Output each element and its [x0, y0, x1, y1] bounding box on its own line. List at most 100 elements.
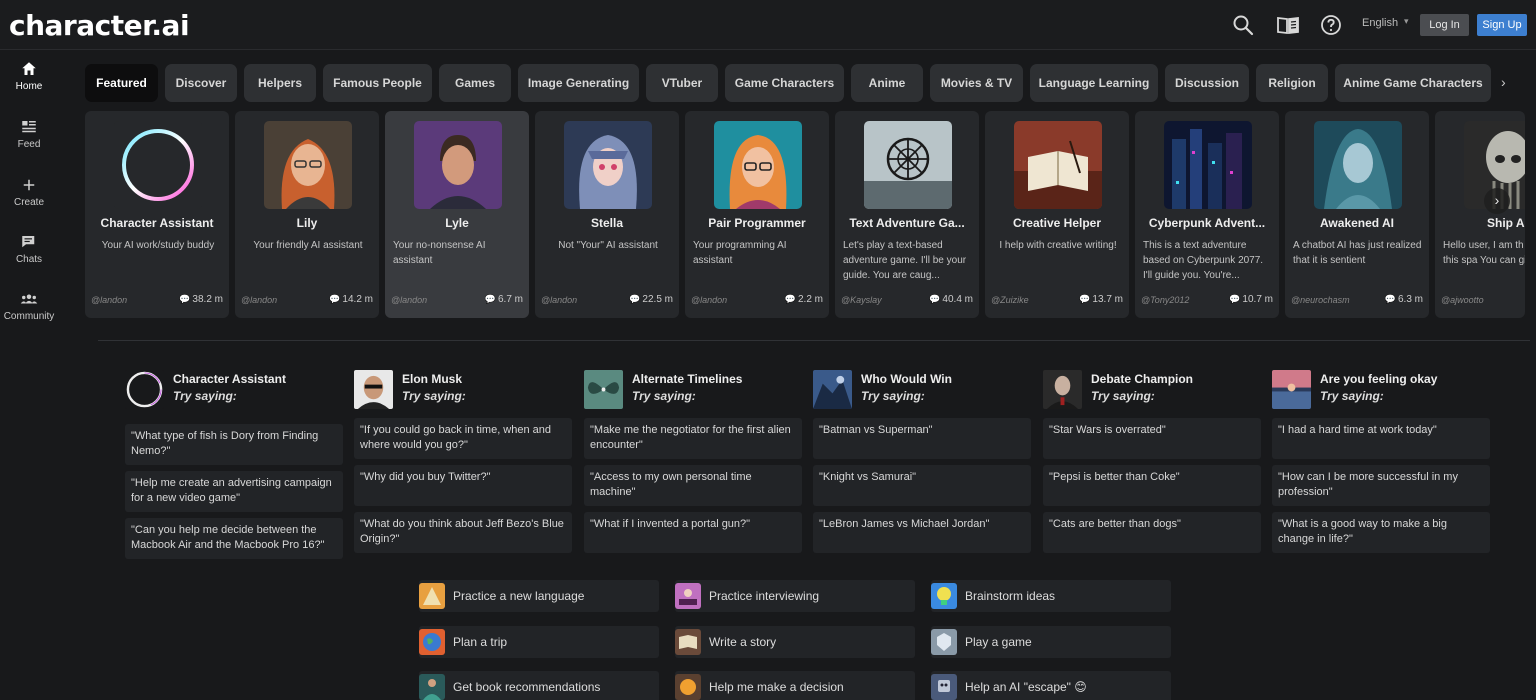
prompt-suggestion[interactable]: "Access to my own personal time machine" [584, 465, 802, 506]
card-chat-count: 💬 10.7 m [1229, 294, 1273, 305]
card-handle: @neurochasm [1291, 295, 1350, 305]
prompt-suggestion[interactable]: "LeBron James vs Michael Jordan" [813, 512, 1031, 553]
character-card[interactable]: Awakened AI A chatbot AI has just realiz… [1285, 111, 1429, 318]
nav-label: Feed [17, 139, 41, 150]
card-chat-count: 💬 14.2 m [329, 294, 373, 305]
tab-famous-people[interactable]: Famous People [323, 64, 432, 102]
tab-anime[interactable]: Anime [851, 64, 923, 102]
avatar [1014, 121, 1102, 209]
character-card[interactable]: Stella Not "Your" AI assistant @landon 💬… [535, 111, 679, 318]
card-description: I help with creative writing! [999, 240, 1117, 251]
card-name: Lyle [445, 216, 469, 230]
prompt-suggestion[interactable]: "What do you think about Jeff Bezo's Blu… [354, 512, 572, 553]
login-button[interactable]: Log In [1420, 14, 1469, 36]
nav-create[interactable]: Create [0, 176, 58, 208]
signup-button[interactable]: Sign Up [1477, 14, 1527, 36]
language-icon [419, 583, 445, 609]
avatar [125, 370, 164, 409]
tab-helpers[interactable]: Helpers [244, 64, 316, 102]
prompt-suggestion[interactable]: "I had a hard time at work today" [1272, 418, 1490, 459]
tab-religion[interactable]: Religion [1256, 64, 1328, 102]
tab-games[interactable]: Games [439, 64, 511, 102]
card-description: A chatbot AI has just realized that it i… [1293, 240, 1422, 266]
logo[interactable]: character.ai [9, 9, 190, 42]
prompt-suggestion[interactable]: "What type of fish is Dory from Finding … [125, 424, 343, 465]
character-card[interactable]: Ship A Hello user, I am th control of th… [1435, 111, 1525, 318]
prompt-suggestion[interactable]: "Make me the negotiator for the first al… [584, 418, 802, 459]
nav-feed[interactable]: Feed [0, 118, 58, 150]
character-card[interactable]: Text Adventure Ga... Let's play a text-b… [835, 111, 979, 318]
nav-home[interactable]: Home [0, 60, 58, 92]
help-icon[interactable] [1319, 13, 1343, 37]
prompt-suggestion[interactable]: "Knight vs Samurai" [813, 465, 1031, 506]
prompt-suggestion[interactable]: "Pepsi is better than Coke" [1043, 465, 1261, 506]
avatar [864, 121, 952, 209]
avatar [1043, 370, 1082, 409]
search-icon[interactable] [1231, 13, 1255, 37]
character-card[interactable]: Pair Programmer Your programming AI assi… [685, 111, 829, 318]
character-card[interactable]: Cyberpunk Advent... This is a text adven… [1135, 111, 1279, 318]
suggestion-ai-escape[interactable]: Help an AI "escape" 😊 [931, 671, 1171, 700]
avatar [354, 370, 393, 409]
suggestion-write-story[interactable]: Write a story [675, 626, 915, 658]
character-card[interactable]: Lily Your friendly AI assistant @landon … [235, 111, 379, 318]
suggestion-label: Brainstorm ideas [965, 589, 1056, 603]
card-description: Your no-nonsense AI assistant [393, 240, 486, 266]
tab-language-learning[interactable]: Language Learning [1030, 64, 1158, 102]
tab-discover[interactable]: Discover [165, 64, 237, 102]
suggestion-book-recommendations[interactable]: Get book recommendations [419, 671, 659, 700]
card-handle: @Kayslay [841, 295, 882, 305]
try-saying-name: Character Assistant [173, 372, 286, 386]
top-bar: character.ai English ▾ Log In Sign Up [0, 0, 1536, 50]
try-saying-name: Debate Champion [1091, 372, 1194, 386]
tab-image-generating[interactable]: Image Generating [518, 64, 639, 102]
character-card[interactable]: Character Assistant Your AI work/study b… [85, 111, 229, 318]
interview-icon [675, 583, 701, 609]
tab-vtuber[interactable]: VTuber [646, 64, 718, 102]
chevron-down-icon[interactable]: ▾ [1404, 16, 1409, 27]
carousel-next-button[interactable]: › [1484, 188, 1510, 214]
tab-movies-tv[interactable]: Movies & TV [930, 64, 1023, 102]
prompt-suggestion[interactable]: "How can I be more successful in my prof… [1272, 465, 1490, 506]
card-description: Not "Your" AI assistant [558, 240, 658, 251]
character-card[interactable]: Lyle Your no-nonsense AI assistant @land… [385, 111, 529, 318]
tab-anime-game-characters[interactable]: Anime Game Characters [1335, 64, 1491, 102]
nav-community[interactable]: Community [0, 290, 58, 322]
avatar [564, 121, 652, 209]
prompt-suggestion[interactable]: "Batman vs Superman" [813, 418, 1031, 459]
language-select[interactable]: English [1362, 17, 1398, 29]
tab-featured[interactable]: Featured [85, 64, 158, 102]
book-icon[interactable] [1276, 13, 1300, 37]
suggestion-brainstorm-ideas[interactable]: Brainstorm ideas [931, 580, 1171, 612]
prompt-suggestion[interactable]: "Star Wars is overrated" [1043, 418, 1261, 459]
suggestion-label: Practice a new language [453, 589, 585, 603]
card-chat-count: 💬 40.4 m [929, 294, 973, 305]
prompt-suggestion[interactable]: "Why did you buy Twitter?" [354, 465, 572, 506]
prompt-suggestion[interactable]: "Can you help me decide between the Macb… [125, 518, 343, 559]
avatar [414, 121, 502, 209]
chat-bubble-icon: 💬 [784, 294, 796, 304]
prompt-suggestion[interactable]: "Cats are better than dogs" [1043, 512, 1261, 553]
character-card[interactable]: Creative Helper I help with creative wri… [985, 111, 1129, 318]
card-description: This is a text adventure based on Cyberp… [1143, 240, 1264, 281]
tab-game-characters[interactable]: Game Characters [725, 64, 844, 102]
prompt-suggestion[interactable]: "What is a good way to make a big change… [1272, 512, 1490, 553]
prompt-suggestion[interactable]: "What if I invented a portal gun?" [584, 512, 802, 553]
nav-label: Home [15, 81, 43, 92]
nav-chats[interactable]: Chats [0, 233, 58, 265]
suggestion-practice-interviewing[interactable]: Practice interviewing [675, 580, 915, 612]
nav-label: Chats [15, 254, 43, 265]
card-chat-count: 💬 22.5 m [629, 294, 673, 305]
card-name: Awakened AI [1319, 216, 1395, 230]
suggestion-make-decision[interactable]: Help me make a decision [675, 671, 915, 700]
chevron-right-icon[interactable]: › [1501, 74, 1506, 90]
suggestion-practice-language[interactable]: Practice a new language [419, 580, 659, 612]
prompt-suggestion[interactable]: "If you could go back in time, when and … [354, 418, 572, 459]
prompt-suggestion[interactable]: "Help me create an advertising campaign … [125, 471, 343, 512]
tab-discussion[interactable]: Discussion [1165, 64, 1249, 102]
suggestion-play-game[interactable]: Play a game [931, 626, 1171, 658]
try-saying-label: Try saying: [1091, 389, 1155, 403]
try-saying-name: Are you feeling okay [1320, 372, 1438, 386]
chat-icon [22, 236, 35, 248]
suggestion-plan-trip[interactable]: Plan a trip [419, 626, 659, 658]
